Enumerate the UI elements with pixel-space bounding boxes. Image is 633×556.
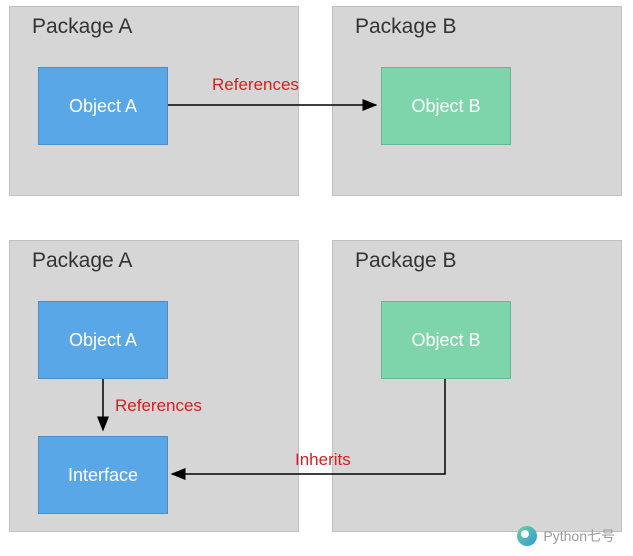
bottom-inherits-label: Inherits (295, 450, 351, 470)
bottom-object-b: Object B (381, 301, 511, 379)
bottom-interface: Interface (38, 436, 168, 514)
top-package-b-title: Package B (355, 15, 457, 39)
bottom-package-b-title: Package B (355, 249, 457, 273)
top-package-a-panel: Package A Object A (9, 6, 299, 196)
bottom-references-label: References (115, 396, 202, 416)
watermark-text: Python七号 (543, 526, 615, 546)
bottom-object-a: Object A (38, 301, 168, 379)
watermark-icon (517, 526, 537, 546)
top-object-a: Object A (38, 67, 168, 145)
top-package-b-panel: Package B Object B (332, 6, 622, 196)
top-object-b: Object B (381, 67, 511, 145)
bottom-package-a-panel: Package A Object A Interface (9, 240, 299, 532)
bottom-package-a-title: Package A (32, 249, 132, 273)
top-package-a-title: Package A (32, 15, 132, 39)
bottom-package-b-panel: Package B Object B (332, 240, 622, 532)
watermark: Python七号 (517, 526, 615, 546)
top-references-label: References (212, 75, 299, 95)
